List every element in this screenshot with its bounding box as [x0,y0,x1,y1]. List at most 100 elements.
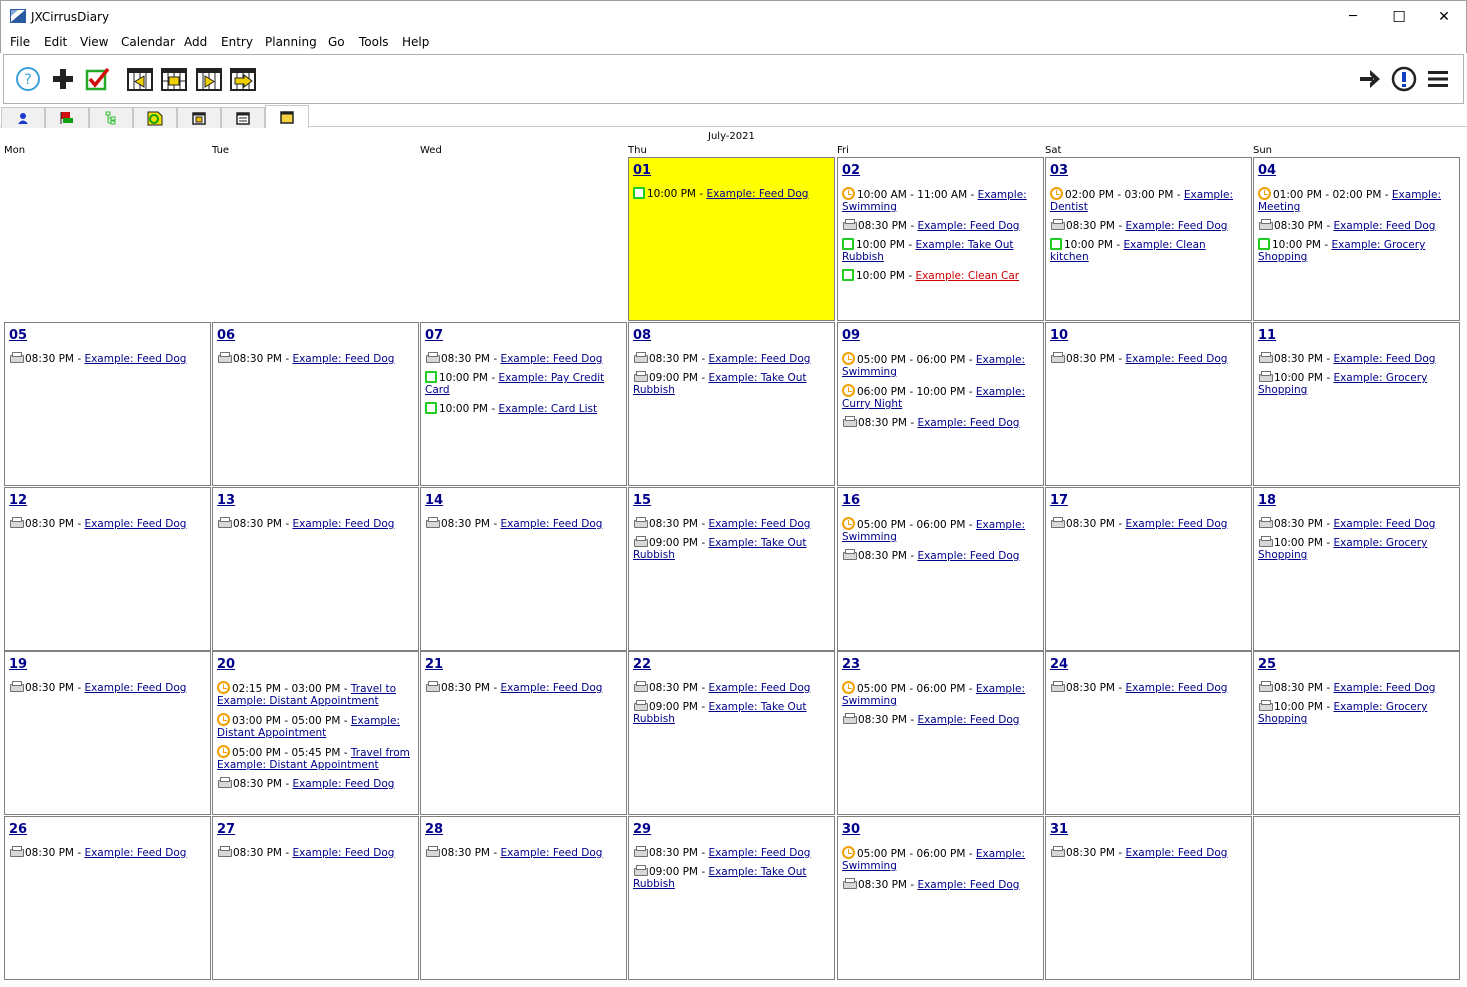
tab-day[interactable] [177,107,221,128]
tab-month[interactable] [265,105,309,128]
day-number-link[interactable]: 04 [1258,163,1455,179]
day-cell[interactable]: 02 10:00 AM - 11:00 AM - Example: Swimmin… [837,157,1044,321]
go-today-button[interactable] [229,65,257,93]
entry-title-link[interactable]: Example: Feed Dog [500,518,602,530]
menu-file[interactable]: File [10,35,30,49]
day-cell[interactable]: 07 08:30 PM - Example: Feed Dog 10:00 PM -… [420,322,627,486]
help-button[interactable]: ? [14,65,42,93]
check-button[interactable] [83,65,111,93]
entry-title-link[interactable]: Example: Feed Dog [708,847,810,859]
menu-go[interactable]: Go [328,35,345,49]
menu-planning[interactable]: Planning [265,35,317,49]
alert-button[interactable] [1390,65,1418,93]
day-cell[interactable]: 27 08:30 PM - Example: Feed Dog [212,816,419,980]
day-cell[interactable]: 16 05:00 PM - 06:00 PM - Example: Swimmin… [837,487,1044,651]
entry-title-link[interactable]: Example: Feed Dog [708,518,810,530]
day-number-link[interactable]: 06 [217,328,414,344]
day-number-link[interactable]: 17 [1050,493,1247,509]
day-cell[interactable]: 30 05:00 PM - 06:00 PM - Example: Swimmin… [837,816,1044,980]
entry-title-link[interactable]: Example: Feed Dog [1125,518,1227,530]
entry-title-link[interactable]: Example: Feed Dog [84,518,186,530]
maximize-button[interactable]: ☐ [1376,1,1422,32]
entry-title-link[interactable]: Example: Card List [498,403,597,415]
day-cell[interactable]: 05 08:30 PM - Example: Feed Dog [4,322,211,486]
day-cell[interactable]: 11 08:30 PM - Example: Feed Dog 10:00 PM -… [1253,322,1460,486]
entry-title-link[interactable]: Example: Feed Dog [917,417,1019,429]
day-number-link[interactable]: 31 [1050,822,1247,838]
day-cell[interactable]: 15 08:30 PM - Example: Feed Dog 09:00 PM -… [628,487,835,651]
entry-title-link[interactable]: Example: Feed Dog [292,353,394,365]
day-cell[interactable]: 21 08:30 PM - Example: Feed Dog [420,651,627,815]
day-number-link[interactable]: 02 [842,163,1039,179]
this-week-button[interactable] [160,65,188,93]
day-number-link[interactable]: 24 [1050,657,1247,673]
tab-notes[interactable] [133,107,177,128]
entry-title-link[interactable]: Example: Feed Dog [292,518,394,530]
day-cell[interactable]: 13 08:30 PM - Example: Feed Dog [212,487,419,651]
entry-title-link[interactable]: Example: Feed Dog [292,778,394,790]
day-number-link[interactable]: 27 [217,822,414,838]
day-number-link[interactable]: 23 [842,657,1039,673]
menu-edit[interactable]: Edit [44,35,67,49]
tab-flags[interactable] [45,107,89,128]
day-number-link[interactable]: 18 [1258,493,1455,509]
entry-title-link[interactable]: Example: Feed Dog [1125,220,1227,232]
add-button[interactable] [49,65,77,93]
day-cell[interactable]: 04 01:00 PM - 02:00 PM - Example: Meeting… [1253,157,1460,321]
menu-view[interactable]: View [80,35,108,49]
day-number-link[interactable]: 13 [217,493,414,509]
entry-title-link[interactable]: Example: Feed Dog [1125,847,1227,859]
day-cell[interactable]: 10 08:30 PM - Example: Feed Dog [1045,322,1252,486]
day-number-link[interactable]: 09 [842,328,1039,344]
menu-calendar[interactable]: Calendar [121,35,175,49]
day-cell[interactable]: 14 08:30 PM - Example: Feed Dog [420,487,627,651]
entry-title-link[interactable]: Example: Feed Dog [917,550,1019,562]
main-menu-button[interactable] [1424,65,1452,93]
go-forward-button[interactable] [1356,65,1384,93]
entry-title-link[interactable]: Example: Feed Dog [917,220,1019,232]
day-cell[interactable]: 20 02:15 PM - 03:00 PM - Travel to Exampl… [212,651,419,815]
day-number-link[interactable]: 03 [1050,163,1247,179]
day-cell[interactable]: 29 08:30 PM - Example: Feed Dog 09:00 PM -… [628,816,835,980]
entry-title-link[interactable]: Example: Feed Dog [292,847,394,859]
day-cell[interactable]: 24 08:30 PM - Example: Feed Dog [1045,651,1252,815]
entry-title-link[interactable]: Example: Feed Dog [708,353,810,365]
minimize-button[interactable]: ─ [1330,1,1376,32]
entry-title-link[interactable]: Example: Feed Dog [84,353,186,365]
entry-title-link[interactable]: Example: Clean Car [915,270,1019,282]
day-number-link[interactable]: 07 [425,328,622,344]
day-number-link[interactable]: 25 [1258,657,1455,673]
day-number-link[interactable]: 01 [633,163,830,179]
day-cell[interactable]: 01 10:00 PM - Example: Feed Dog [628,157,835,321]
entry-title-link[interactable]: Example: Feed Dog [1333,220,1435,232]
menu-add[interactable]: Add [184,35,207,49]
entry-title-link[interactable]: Example: Feed Dog [917,714,1019,726]
entry-title-link[interactable]: Example: Feed Dog [706,188,808,200]
day-number-link[interactable]: 16 [842,493,1039,509]
entry-title-link[interactable]: Example: Feed Dog [84,682,186,694]
entry-title-link[interactable]: Example: Feed Dog [500,682,602,694]
day-number-link[interactable]: 22 [633,657,830,673]
entry-title-link[interactable]: Example: Feed Dog [1333,353,1435,365]
menu-tools[interactable]: Tools [359,35,389,49]
day-number-link[interactable]: 15 [633,493,830,509]
day-cell[interactable]: 09 05:00 PM - 06:00 PM - Example: Swimmin… [837,322,1044,486]
day-number-link[interactable]: 11 [1258,328,1455,344]
day-number-link[interactable]: 05 [9,328,206,344]
day-number-link[interactable]: 12 [9,493,206,509]
day-cell[interactable]: 25 08:30 PM - Example: Feed Dog 10:00 PM -… [1253,651,1460,815]
day-number-link[interactable]: 30 [842,822,1039,838]
day-cell[interactable]: 18 08:30 PM - Example: Feed Dog 10:00 PM -… [1253,487,1460,651]
tab-week[interactable] [221,107,265,128]
entry-title-link[interactable]: Example: Feed Dog [708,682,810,694]
day-cell[interactable]: 12 08:30 PM - Example: Feed Dog [4,487,211,651]
day-number-link[interactable]: 08 [633,328,830,344]
day-number-link[interactable]: 20 [217,657,414,673]
next-week-button[interactable] [195,65,223,93]
day-number-link[interactable]: 29 [633,822,830,838]
day-cell[interactable]: 17 08:30 PM - Example: Feed Dog [1045,487,1252,651]
entry-title-link[interactable]: Example: Feed Dog [500,353,602,365]
entry-title-link[interactable]: Example: Feed Dog [1333,682,1435,694]
previous-week-button[interactable] [126,65,154,93]
day-number-link[interactable]: 19 [9,657,206,673]
